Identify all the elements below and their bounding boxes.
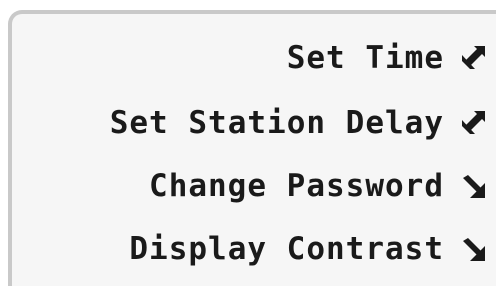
- menu-item-label: Change Password: [149, 168, 444, 204]
- menu-item-label: Set Time: [286, 40, 444, 76]
- menu-item-set-time[interactable]: Set Time: [287, 38, 488, 78]
- arrow-down-right-icon: [458, 234, 488, 264]
- menu-item-label: Display Contrast: [129, 231, 444, 267]
- menu-item-set-station-delay[interactable]: Set Station Delay: [110, 103, 488, 143]
- settings-menu: Set Time Set Station Delay Change Passwo…: [0, 0, 496, 276]
- arrow-up-right-icon: [458, 43, 488, 73]
- menu-item-label: Set Station Delay: [109, 105, 444, 141]
- menu-item-change-password[interactable]: Change Password: [149, 166, 488, 206]
- arrow-up-right-icon: [458, 108, 488, 138]
- menu-item-display-contrast[interactable]: Display Contrast: [129, 229, 488, 269]
- arrow-down-right-icon: [458, 171, 488, 201]
